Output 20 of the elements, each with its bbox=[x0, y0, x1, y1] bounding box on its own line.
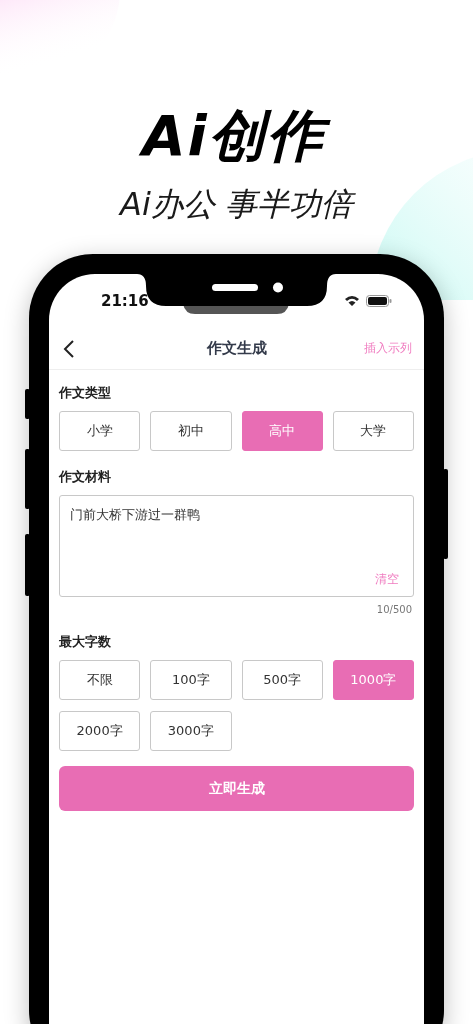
option-button[interactable]: 100字 bbox=[150, 660, 232, 700]
option-button[interactable]: 大学 bbox=[332, 411, 414, 451]
status-time: 21:16 bbox=[101, 292, 149, 310]
back-button[interactable] bbox=[61, 337, 77, 360]
battery-icon bbox=[366, 295, 392, 307]
option-button[interactable]: 2000字 bbox=[59, 711, 141, 751]
option-button[interactable]: 3000字 bbox=[150, 711, 232, 751]
option-button[interactable]: 小学 bbox=[59, 411, 141, 451]
option-button[interactable]: 初中 bbox=[150, 411, 232, 451]
field-value: 门前大桥下游过一群鸭 bbox=[70, 506, 201, 524]
headline: Ai创作 bbox=[138, 100, 335, 172]
character-count: 10/500 bbox=[376, 603, 412, 617]
wifi-icon bbox=[344, 295, 360, 307]
section-label: 作文类型 bbox=[59, 384, 112, 401]
option-button[interactable]: 不限 bbox=[59, 660, 141, 700]
option-button[interactable]: 500字 bbox=[241, 660, 323, 700]
page-title: 作文生成 bbox=[206, 339, 267, 358]
section-label: 最大字数 bbox=[59, 633, 112, 650]
material-text-field[interactable]: 门前大桥下游过一群鸭 清空 bbox=[59, 495, 414, 597]
section-label: 作文材料 bbox=[59, 468, 112, 485]
